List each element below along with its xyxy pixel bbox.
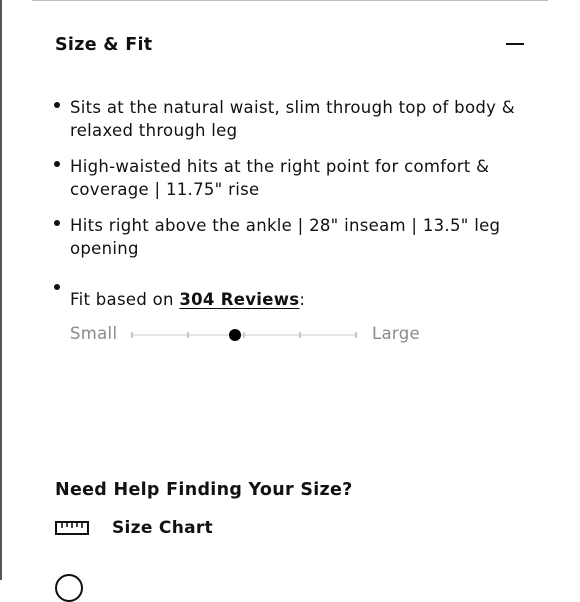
scale-max-label: Large	[372, 324, 420, 343]
scale-min-label: Small	[70, 324, 118, 343]
partial-circle-icon	[55, 574, 83, 602]
fit-summary: Fit based on 304 Reviews:	[70, 288, 305, 311]
minus-icon	[506, 43, 524, 45]
scale-tick	[243, 332, 245, 338]
bullet-text: Hits right above the ankle | 28" inseam …	[70, 216, 501, 258]
size-chart-label: Size Chart	[112, 518, 213, 538]
list-item: Sits at the natural waist, slim through …	[52, 96, 522, 142]
fit-scale: Small Large	[70, 322, 430, 346]
bullet-text: High-waisted hits at the right point for…	[70, 157, 490, 199]
size-chart-link[interactable]: Size Chart	[55, 516, 255, 540]
scale-tick	[187, 332, 189, 338]
bullet-icon	[54, 220, 60, 226]
fit-details-list: Sits at the natural waist, slim through …	[52, 96, 522, 273]
bullet-icon	[54, 284, 60, 290]
section-title: Size & Fit	[55, 35, 153, 55]
bullet-icon	[54, 161, 60, 167]
section-divider	[32, 0, 548, 1]
reviews-link[interactable]: 304 Reviews	[179, 290, 299, 309]
scale-tick	[355, 332, 357, 338]
size-fit-header[interactable]: Size & Fit	[55, 33, 527, 57]
collapse-button[interactable]	[503, 33, 527, 57]
fit-suffix: :	[299, 290, 306, 309]
bullet-text: Sits at the natural waist, slim through …	[70, 98, 515, 140]
bullet-icon	[54, 102, 60, 108]
list-item: Hits right above the ankle | 28" inseam …	[52, 214, 522, 260]
page-left-edge	[0, 0, 2, 580]
help-heading: Need Help Finding Your Size?	[55, 480, 353, 500]
ruler-icon	[55, 521, 89, 535]
fit-prefix: Fit based on	[70, 290, 180, 309]
fit-indicator	[229, 329, 242, 341]
scale-tick	[131, 332, 133, 338]
list-item: High-waisted hits at the right point for…	[52, 155, 522, 201]
scale-tick	[299, 332, 301, 338]
